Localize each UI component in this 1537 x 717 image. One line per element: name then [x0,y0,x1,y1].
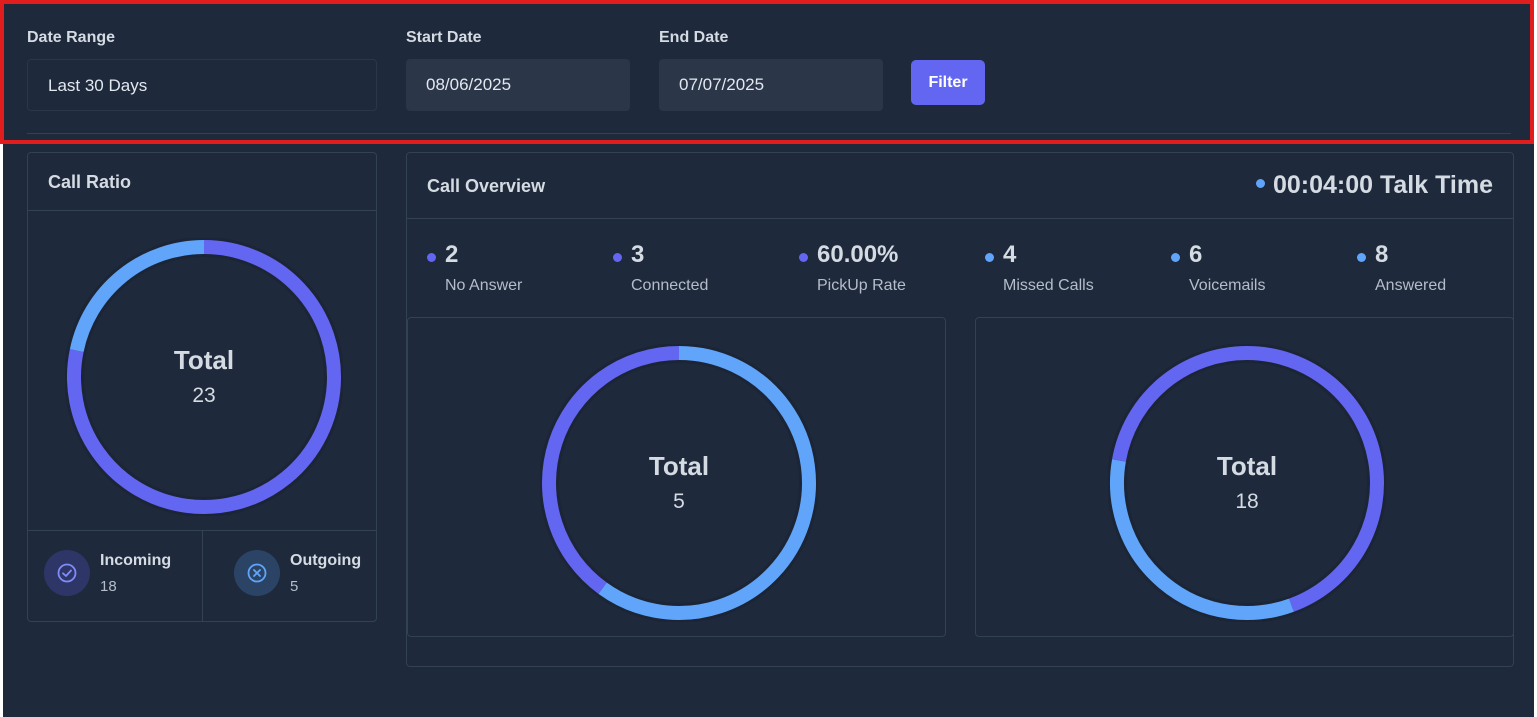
stat-dot [427,253,436,262]
stat-dot [613,253,622,262]
donut-total-label: Total [1216,451,1278,481]
stat-value: 2 [445,241,459,268]
call-ratio-card: Call Ratio Total 23 Incoming 18 Outgoing [27,152,377,622]
stat-label: Voicemails [1189,277,1266,294]
start-date-input[interactable]: 08/06/2025 [406,59,630,111]
stat-dot [1357,253,1366,262]
donut-total-label: Total [648,451,710,481]
dashboard: Date Range Last 30 Days Start Date 08/06… [3,3,1534,717]
stat-value: 4 [1003,241,1017,268]
call-overview-card: Call Overview 00:04:00 Talk Time 2 No Ans… [406,152,1514,667]
connected-donut: Total 5 [540,344,818,622]
filter-bar: Date Range Last 30 Days Start Date 08/06… [3,3,1534,143]
stat-value: 6 [1189,241,1203,268]
end-date-input[interactable]: 07/07/2025 [659,59,883,111]
divider [28,210,376,211]
donut-total-value: 23 [192,384,216,407]
outgoing-icon-badge [234,550,280,596]
stat-dot [1171,253,1180,262]
talk-time-dot [1255,178,1265,188]
connected-chart-panel: Total 5 [407,317,946,637]
x-circle-icon [247,563,267,583]
outgoing-value: 5 [290,578,299,595]
stat-label: PickUp Rate [817,277,906,294]
stat-label: Missed Calls [1003,277,1094,294]
donut-total-label: Total [173,345,235,375]
talk-time-value: 00:04:00 Talk Time [1272,171,1493,199]
start-date-label: Start Date [406,29,482,46]
call-ratio-donut: Total 23 [65,238,343,516]
stat-label: Connected [631,277,709,294]
stat-value: 3 [631,241,645,268]
filter-divider [27,133,1511,134]
end-date-label: End Date [659,29,729,46]
stat-label: Answered [1375,277,1447,294]
date-range-label: Date Range [27,29,116,46]
check-circle-icon [57,563,77,583]
incoming-icon-badge [44,550,90,596]
incoming-label: Incoming [100,552,172,569]
divider [202,530,203,622]
donut-slice-outgoing [69,240,205,353]
stat-label: No Answer [445,277,523,294]
call-ratio-title: Call Ratio [48,172,132,192]
incoming-value: 18 [100,578,117,595]
stat-value: 60.00% [817,241,899,268]
stat-dot [799,253,808,262]
call-overview-title: Call Overview [427,176,546,196]
stat-value: 8 [1375,241,1389,268]
filter-button[interactable]: Filter [911,60,985,105]
donut-slice-missed-calls [1112,346,1248,462]
answered-donut: Total 18 [1108,344,1386,622]
stat-dot [985,253,994,262]
divider [407,218,1513,219]
outgoing-label: Outgoing [290,552,362,569]
talk-time: 00:04:00 Talk Time [1255,171,1493,200]
donut-total-value: 5 [673,490,685,513]
donut-total-value: 18 [1235,490,1259,513]
date-range-select[interactable]: Last 30 Days [27,59,377,111]
answered-chart-panel: Total 18 [975,317,1514,637]
